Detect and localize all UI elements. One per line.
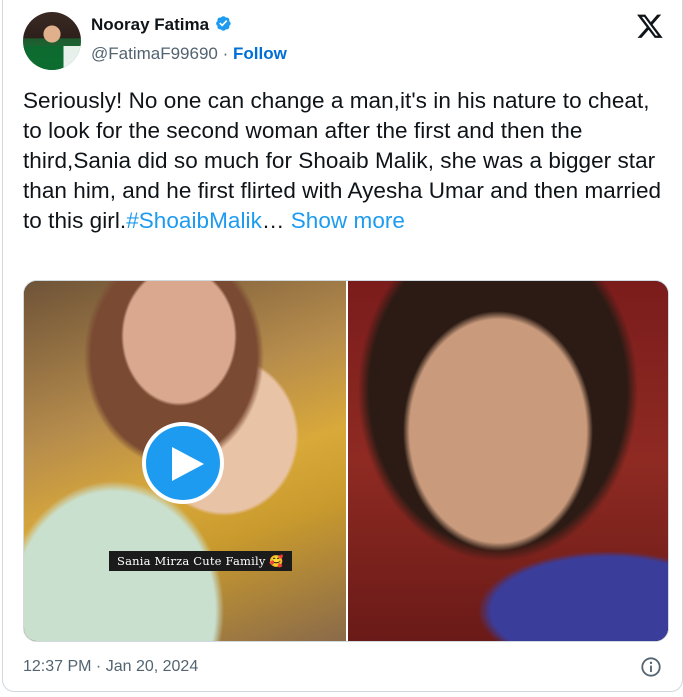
- author-handle[interactable]: @FatimaF99690: [91, 44, 218, 63]
- video-caption: Sania Mirza Cute Family 🥰: [109, 551, 292, 571]
- avatar[interactable]: [23, 12, 81, 70]
- media-image-right[interactable]: [348, 281, 668, 641]
- follow-button[interactable]: Follow: [233, 44, 287, 63]
- tweet-media[interactable]: Sania Mirza Cute Family 🥰: [23, 280, 669, 642]
- avatar-flag: [23, 46, 81, 70]
- tweet-card: Nooray Fatima @FatimaF99690 · Follow Ser…: [2, 0, 683, 692]
- handle-row: @FatimaF99690 · Follow: [91, 43, 287, 65]
- hashtag-link[interactable]: #ShoaibMalik: [126, 208, 262, 233]
- verified-badge-icon: [216, 16, 231, 31]
- show-more-link[interactable]: Show more: [291, 208, 405, 233]
- author-name[interactable]: Nooray Fatima: [91, 15, 209, 34]
- info-icon[interactable]: [640, 656, 662, 678]
- tweet-header: Nooray Fatima @FatimaF99690 · Follow: [3, 0, 682, 80]
- x-logo-icon[interactable]: [636, 12, 664, 40]
- play-icon: [172, 447, 204, 481]
- ellipsis: …: [261, 208, 285, 233]
- author-name-row[interactable]: Nooray Fatima: [91, 14, 232, 36]
- separator-dot: ·: [222, 44, 229, 63]
- tweet-text: Seriously! No one can change a man,it's …: [23, 86, 668, 236]
- tweet-timestamp[interactable]: 12:37 PM · Jan 20, 2024: [23, 656, 198, 678]
- play-button[interactable]: [142, 422, 224, 504]
